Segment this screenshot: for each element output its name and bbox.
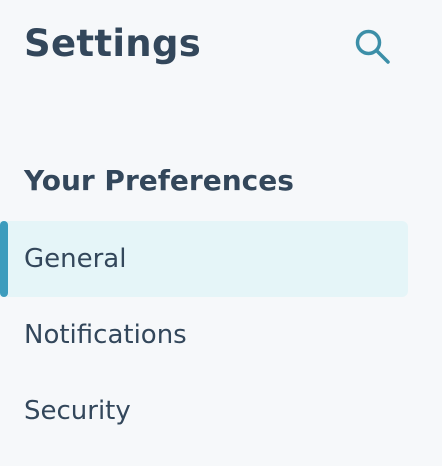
preferences-nav: General Notifications Security [0, 221, 408, 449]
nav-item-label: Security [24, 396, 131, 426]
nav-item-notifications[interactable]: Notifications [0, 297, 408, 373]
settings-header: Settings [0, 0, 442, 100]
page-title: Settings [24, 22, 202, 65]
section-heading-your-preferences: Your Preferences [24, 164, 294, 197]
nav-item-label: Notifications [24, 320, 187, 350]
search-icon [355, 29, 390, 64]
nav-item-label: General [24, 244, 127, 274]
search-button[interactable] [348, 22, 396, 70]
nav-item-security[interactable]: Security [0, 373, 408, 449]
nav-item-general[interactable]: General [0, 221, 408, 297]
